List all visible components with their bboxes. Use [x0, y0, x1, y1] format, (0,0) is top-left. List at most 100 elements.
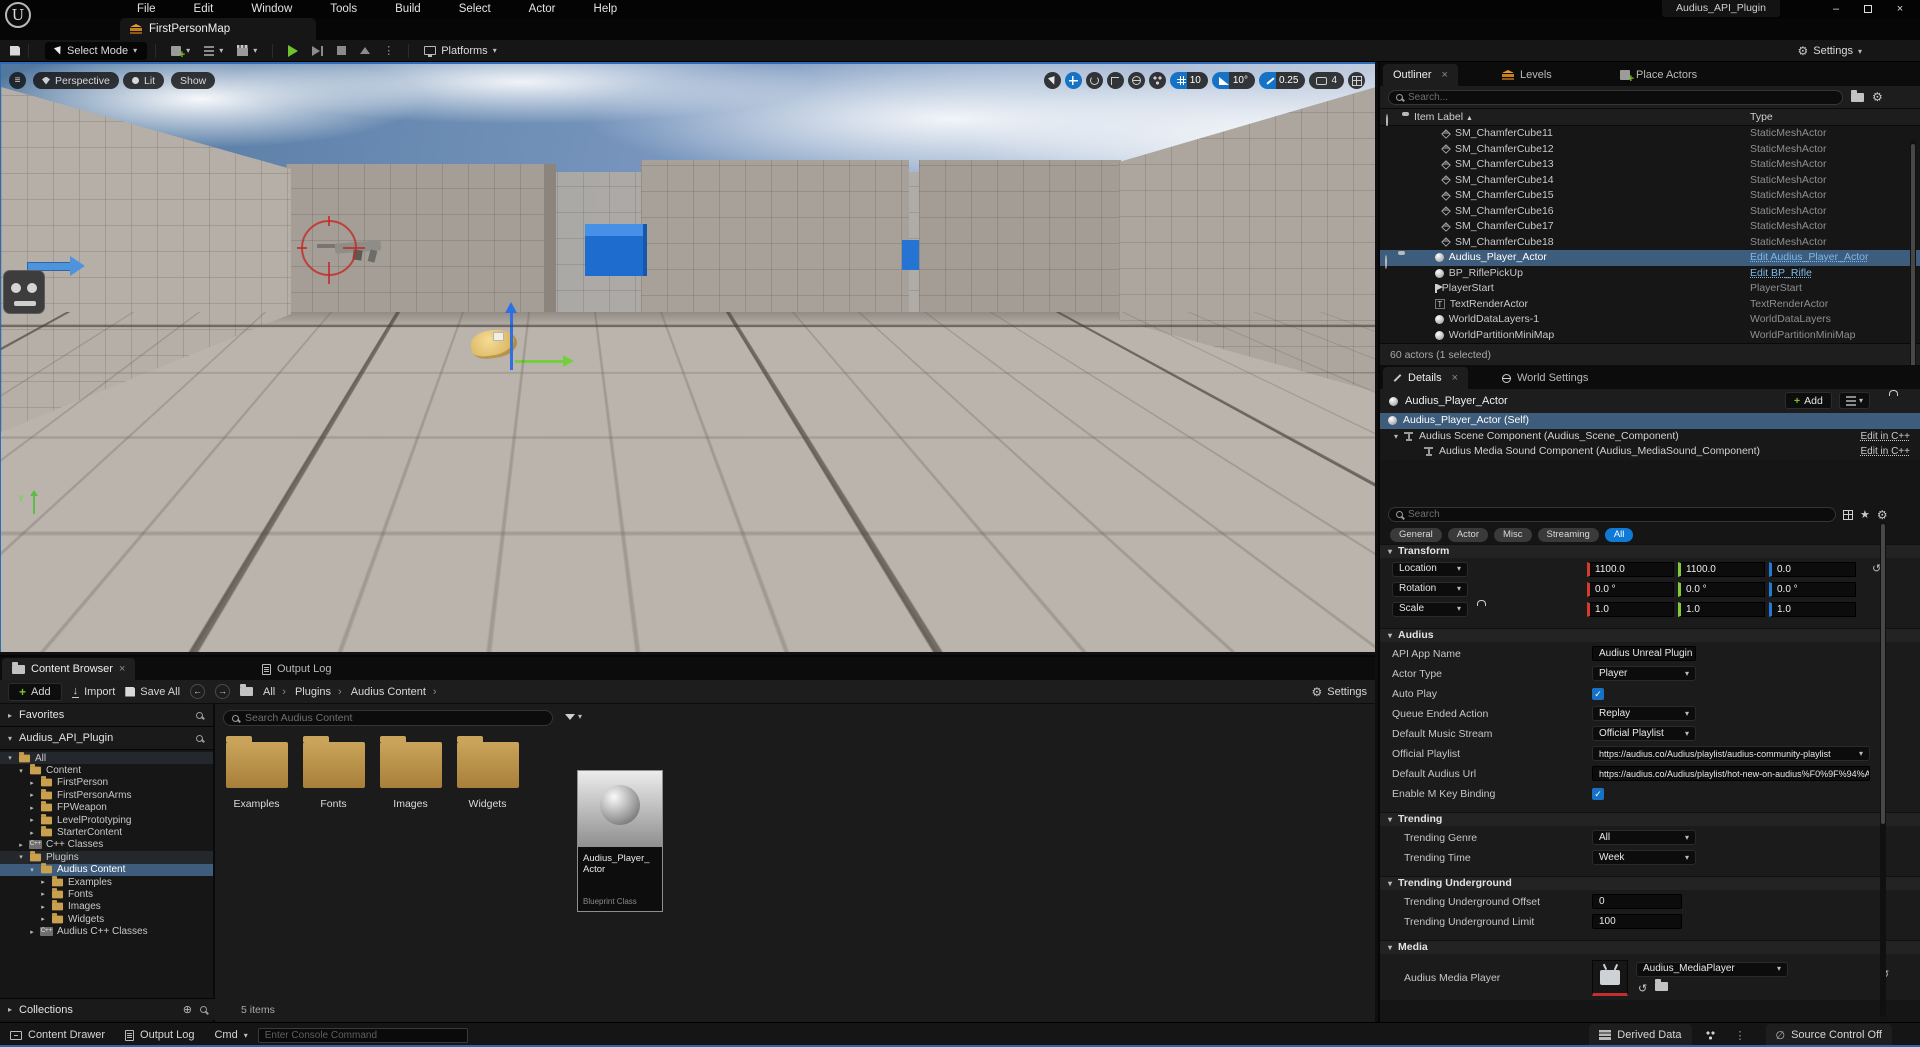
outliner-settings-icon[interactable]: ⚙ [1872, 91, 1883, 103]
section-trending-underground[interactable]: ▾Trending Underground [1380, 876, 1920, 890]
actor-type[interactable]: StaticMeshActor [1750, 157, 1826, 173]
filter-tab[interactable]: All [1605, 528, 1634, 542]
favorites-header[interactable]: ▸ Favorites [0, 704, 213, 727]
tu-limit-field[interactable]: 100 [1592, 914, 1682, 929]
menu-item[interactable]: Help [575, 0, 637, 18]
tab-content-browser[interactable]: Content Browser × [2, 658, 135, 680]
transform-z-field[interactable]: 1.0 [1769, 602, 1856, 617]
tab-levels[interactable]: Levels [1492, 64, 1562, 86]
outliner-row[interactable]: PlayerStart PlayerStart [1380, 281, 1920, 297]
save-all-button[interactable]: Save All [125, 686, 180, 698]
grid-snap-control[interactable]: 10 [1170, 72, 1208, 89]
move-tool-button[interactable] [1065, 72, 1082, 89]
section-transform[interactable]: ▾ Transform [1380, 544, 1920, 558]
gizmo-z-axis[interactable] [510, 312, 513, 370]
tab-level[interactable]: FirstPersonMap [120, 18, 316, 40]
surface-snap-button[interactable] [1149, 72, 1166, 89]
derived-data-button[interactable]: Derived Data [1589, 1024, 1691, 1046]
actor-type[interactable]: StaticMeshActor [1750, 126, 1826, 142]
folder-tile[interactable]: Images [379, 742, 442, 810]
tab-outliner[interactable]: Outliner × [1383, 64, 1458, 86]
official-playlist-dropdown[interactable]: https://audius.co/Audius/playlist/audius… [1592, 746, 1870, 761]
expand-caret-icon[interactable] [28, 928, 36, 936]
expand-caret-icon[interactable] [28, 779, 36, 787]
new-folder-icon[interactable] [1851, 93, 1864, 102]
console-command-input[interactable]: Enter Console Command [258, 1028, 468, 1043]
outliner-row[interactable]: SM_ChamferCube17 StaticMeshActor [1380, 219, 1920, 235]
scale-snap-control[interactable]: 0.25 [1259, 72, 1305, 89]
outliner-row[interactable]: SM_ChamferCube15 StaticMeshActor [1380, 188, 1920, 204]
outliner-row[interactable]: SM_ChamferCube13 StaticMeshActor [1380, 157, 1920, 173]
expand-caret-icon[interactable] [39, 878, 47, 886]
play-options-icon[interactable]: ⋮ [377, 44, 400, 57]
type-column[interactable]: Type [1750, 111, 1773, 123]
tree-item[interactable]: Examples [0, 876, 213, 888]
forward-button[interactable]: → [215, 684, 230, 699]
transform-axis-dropdown[interactable]: Rotation▾ [1392, 582, 1468, 597]
filter-tab[interactable]: Streaming [1538, 528, 1599, 542]
transform-y-field[interactable]: 1100.0 [1678, 562, 1765, 577]
rotate-tool-button[interactable] [1086, 72, 1103, 89]
section-trending[interactable]: ▾Trending [1380, 812, 1920, 826]
actor-type[interactable]: Edit BP_Rifle [1750, 266, 1812, 282]
level-viewport[interactable]: y ≡ Perspective Lit Show 10 10° 0.25 4 [0, 62, 1375, 652]
tree-item[interactable]: Widgets [0, 913, 213, 925]
unreal-logo[interactable]: U [5, 2, 31, 28]
collections-header[interactable]: ▸ Collections ⊕ [0, 998, 215, 1020]
expand-caret-icon[interactable] [28, 866, 36, 874]
expand-caret-icon[interactable] [39, 890, 47, 898]
blueprints-dropdown[interactable]: ▾ [197, 41, 230, 61]
back-button[interactable]: ← [190, 684, 205, 699]
transform-x-field[interactable]: 0.0 ° [1587, 582, 1674, 597]
cinematics-dropdown[interactable]: ▾ [230, 41, 264, 61]
actor-type[interactable]: Edit Audius_Player_Actor [1750, 250, 1868, 266]
expand-caret-icon[interactable] [17, 853, 25, 861]
actor-type[interactable]: StaticMeshActor [1750, 219, 1826, 235]
save-icon[interactable] [10, 46, 20, 56]
world-local-toggle[interactable] [1128, 72, 1145, 89]
expand-caret-icon[interactable]: ▾ [1394, 429, 1398, 445]
api-app-name-field[interactable]: Audius Unreal Plugin [1592, 646, 1696, 661]
maximize-icon[interactable] [1864, 5, 1872, 13]
outliner-row[interactable]: SM_ChamferCube18 StaticMeshActor [1380, 235, 1920, 251]
tree-item[interactable]: Audius C++ Classes [0, 925, 213, 937]
eject-button[interactable] [353, 41, 377, 61]
plugin-root-header[interactable]: ▾ Audius_API_Plugin [0, 727, 213, 750]
blue-cube-mesh[interactable] [585, 224, 647, 276]
close-icon[interactable]: × [1442, 69, 1448, 81]
play-button[interactable] [281, 41, 305, 61]
outliner-row[interactable]: BP_RiflePickUp Edit BP_Rifle [1380, 266, 1920, 282]
camera-speed-control[interactable]: 4 [1309, 72, 1344, 89]
details-settings-icon[interactable]: ⚙ [1877, 509, 1888, 521]
tab-place-actors[interactable]: Place Actors [1610, 64, 1707, 86]
cb-add-button[interactable]: + Add [8, 683, 62, 701]
transform-z-field[interactable]: 0.0 ° [1769, 582, 1856, 597]
menu-item[interactable]: Edit [175, 0, 233, 18]
cb-settings-dropdown[interactable]: ⚙ Settings [1311, 686, 1367, 698]
show-dropdown[interactable]: Show [171, 72, 215, 89]
music-stream-dropdown[interactable]: Official Playlist▾ [1592, 726, 1696, 741]
outliner-row[interactable]: WorldPartitionMiniMap WorldPartitionMini… [1380, 328, 1920, 344]
stop-button[interactable] [330, 41, 353, 61]
m-key-binding-checkbox[interactable]: ✓ [1592, 788, 1604, 800]
add-actor-dropdown[interactable]: ▾ [164, 41, 197, 61]
filter-tab[interactable]: Misc [1494, 528, 1532, 542]
tree-item[interactable]: FPWeapon [0, 802, 213, 814]
breadcrumb-item[interactable]: All [263, 686, 293, 698]
tree-item[interactable]: Fonts [0, 888, 213, 900]
blueprint-actions-dropdown[interactable]: ▾ [1839, 392, 1870, 409]
display-options-icon[interactable] [1843, 510, 1853, 520]
transform-x-field[interactable]: 1100.0 [1587, 562, 1674, 577]
menu-item[interactable]: Actor [510, 0, 575, 18]
transform-x-field[interactable]: 1.0 [1587, 602, 1674, 617]
outliner-row[interactable]: TextRenderActor TextRenderActor [1380, 297, 1920, 313]
details-search-input[interactable]: Search [1388, 507, 1836, 522]
maximize-viewport-button[interactable] [1348, 72, 1365, 89]
breadcrumb-item[interactable]: Audius Content [351, 686, 444, 698]
minimize-icon[interactable]: – [1830, 3, 1842, 15]
outliner-row[interactable]: SM_ChamferCube16 StaticMeshActor [1380, 204, 1920, 220]
expand-caret-icon[interactable] [28, 816, 36, 824]
tree-item[interactable]: Images [0, 901, 213, 913]
filter-tab[interactable]: Actor [1448, 528, 1488, 542]
select-tool-button[interactable] [1044, 72, 1061, 89]
